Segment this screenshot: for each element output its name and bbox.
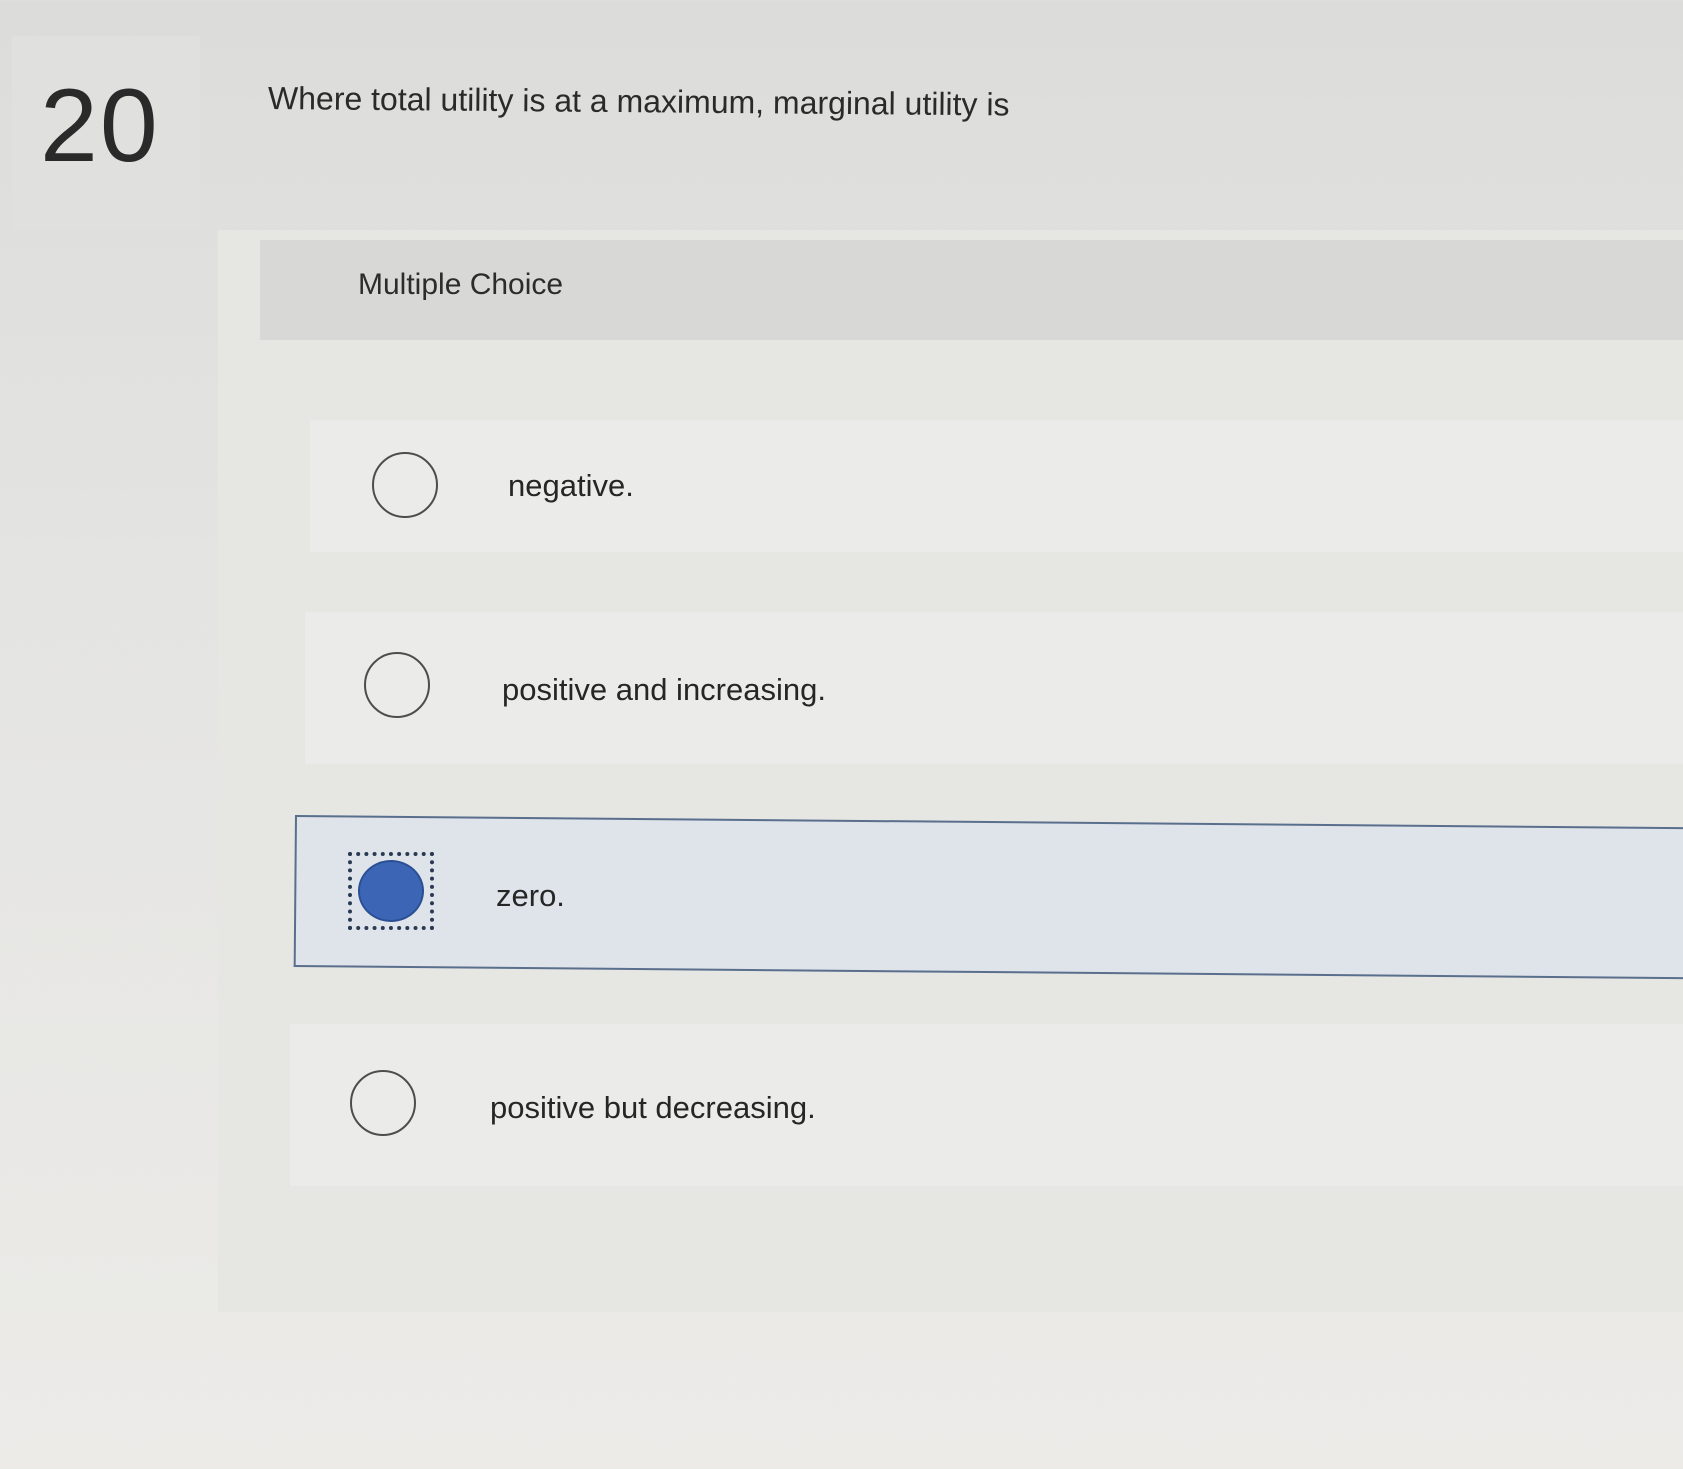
answer-option-label: zero. xyxy=(496,878,565,913)
question-number: 20 xyxy=(40,68,160,184)
radio-button-unselected[interactable] xyxy=(364,652,430,718)
radio-button-unselected[interactable] xyxy=(350,1070,416,1136)
answer-option-label: negative. xyxy=(508,468,634,503)
radio-focus-ring[interactable] xyxy=(348,852,434,930)
answer-option-label: positive but decreasing. xyxy=(490,1090,816,1125)
question-prompt: Where total utility is at a maximum, mar… xyxy=(267,80,1010,123)
multiple-choice-label: Multiple Choice xyxy=(358,268,564,301)
radio-button-selected[interactable] xyxy=(358,860,424,922)
radio-button-unselected[interactable] xyxy=(372,452,438,518)
quiz-page: 20 Where total utility is at a maximum, … xyxy=(0,0,1683,1469)
answer-option-label: positive and increasing. xyxy=(502,672,826,707)
